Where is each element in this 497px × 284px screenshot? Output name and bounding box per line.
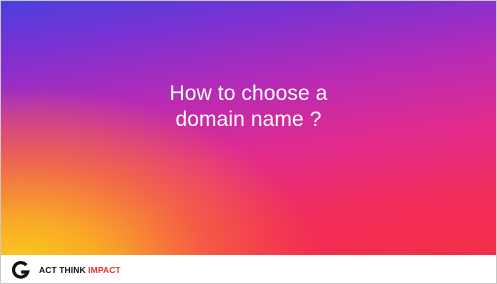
footer-bar: ACT THINK IMPACT [1,255,496,283]
slide-title: How to choose a domain name ? [1,81,496,133]
gradient-background: How to choose a domain name ? [1,1,496,255]
slide: How to choose a domain name ? ACT THINK … [0,0,497,284]
brand-name-impact: IMPACT [88,265,121,275]
slide-title-line-2: domain name ? [175,108,322,132]
brand-logo: ACT THINK IMPACT [12,260,121,280]
slide-title-line-1: How to choose a [169,82,328,106]
brand-name-act-think: ACT THINK [39,265,89,275]
g-logo-icon [12,261,30,279]
brand-name: ACT THINK IMPACT [39,261,121,279]
